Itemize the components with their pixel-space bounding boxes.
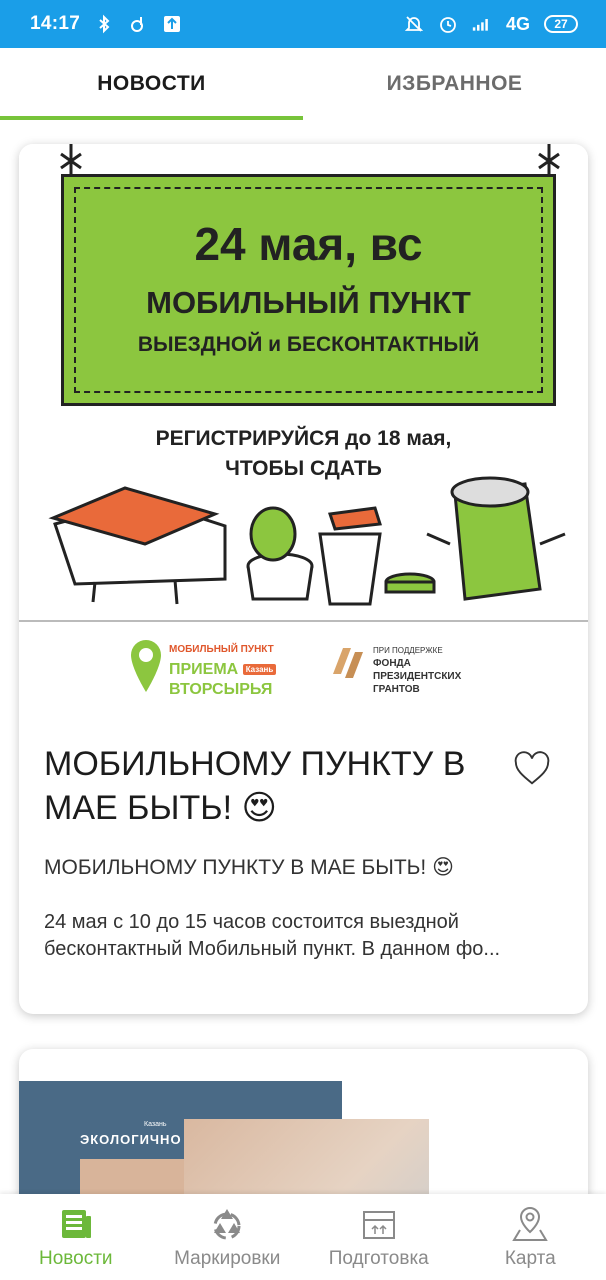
- nav-news[interactable]: Новости: [0, 1194, 152, 1280]
- map-icon: [512, 1206, 549, 1241]
- status-bar: 14:17 4G 27: [0, 0, 606, 48]
- news-excerpt: 24 мая с 10 до 15 часов состоится выездн…: [44, 911, 501, 960]
- image-divider: [19, 620, 588, 622]
- logo-right-line4: ГРАНТОВ: [373, 684, 420, 695]
- nav-preparation-label: Подготовка: [328, 1248, 429, 1269]
- location-pin-icon: [131, 640, 161, 692]
- can-illustration: [426, 476, 566, 601]
- banner-subtitle: ВЫЕЗДНОЙ и БЕСКОНТАКТНЫЙ: [137, 333, 480, 356]
- cup-illustration: [246, 506, 314, 601]
- nav-map-label: Карта: [504, 1248, 556, 1269]
- nav-map[interactable]: Карта: [455, 1194, 606, 1280]
- favorite-heart-icon[interactable]: [513, 750, 551, 788]
- status-right: 4G 27: [404, 14, 578, 35]
- news-image: 24 мая, вс МОБИЛЬНЫЙ ПУНКТ ВЫЕЗДНОЙ и БЕ…: [19, 144, 588, 716]
- signal-icon: [472, 19, 488, 31]
- recycle-icon: [213, 1209, 241, 1240]
- alarm-icon: [440, 17, 456, 33]
- logo-left-tag: Казань: [242, 664, 277, 675]
- network-type: 4G: [505, 13, 530, 34]
- banner-date: 24 мая, вс: [194, 218, 423, 270]
- nav-markings[interactable]: Маркировки: [152, 1194, 304, 1280]
- tab-news[interactable]: НОВОСТИ: [0, 48, 303, 120]
- logo-left-line3: ВТОРСЫРЬЯ: [169, 681, 273, 699]
- news-card-2-tag: Казань: [144, 1121, 167, 1128]
- logo-right-line1: ПРИ ПОДДЕРЖКЕ: [373, 646, 443, 655]
- battery-icon: 27: [544, 15, 578, 33]
- tab-bar: НОВОСТИ ИЗБРАННОЕ: [0, 48, 606, 120]
- grants-fund-text: ПРИ ПОДДЕРЖКЕ ФОНДА ПРЕЗИДЕНТСКИХ ГРАНТО…: [373, 644, 461, 696]
- nav-preparation[interactable]: Подготовка: [303, 1194, 455, 1280]
- news-card[interactable]: 24 мая, вс МОБИЛЬНЫЙ ПУНКТ ВЫЕЗДНОЙ и БЕ…: [19, 144, 588, 1014]
- mobile-point-logo: МОБИЛЬНЫЙ ПУНКТ ПРИЕМА Казань ВТОРСЫРЬЯ: [129, 636, 299, 698]
- bluetooth-icon: [99, 14, 110, 34]
- event-banner: 24 мая, вс МОБИЛЬНЫЙ ПУНКТ ВЫЕЗДНОЙ и БЕ…: [61, 174, 556, 406]
- news-card-2-label: ЭКОЛОГИЧНО: [80, 1132, 182, 1147]
- yogurt-illustration: [318, 506, 382, 606]
- status-left: 14:17: [30, 13, 182, 35]
- box-icon: [362, 1211, 395, 1239]
- news-title: МОБИЛЬНОМУ ПУНКТУ В МАЕ БЫТЬ! 😍: [44, 745, 466, 827]
- box-illustration: [48, 486, 227, 605]
- logo-left-line1: МОБИЛЬНЫЙ ПУНКТ: [169, 644, 274, 655]
- news-subtitle: МОБИЛЬНОМУ ПУНКТУ В МАЕ БЫТЬ! 😍: [44, 856, 454, 879]
- bell-off-icon: [404, 16, 424, 32]
- logo-left-line2: ПРИЕМА: [169, 661, 239, 679]
- nav-news-label: Новости: [38, 1248, 113, 1269]
- music-icon: [131, 17, 144, 32]
- grants-fund-logo: ПРИ ПОДДЕРЖКЕ ФОНДА ПРЕЗИДЕНТСКИХ ГРАНТО…: [327, 644, 487, 696]
- grants-fund-icon: [333, 648, 363, 678]
- logo-right-line2: ФОНДА: [373, 658, 411, 669]
- news-icon: [61, 1210, 91, 1238]
- banner-title: МОБИЛЬНЫЙ ПУНКТ: [146, 285, 471, 320]
- nav-markings-label: Маркировки: [174, 1248, 281, 1269]
- bottom-navigation: Новости Маркировки Подготовка Карта: [0, 1194, 606, 1280]
- logo-right-line3: ПРЕЗИДЕНТСКИХ: [373, 671, 462, 682]
- lid-illustration: [384, 572, 436, 594]
- upload-icon: [164, 16, 181, 32]
- mobile-point-logo-text: МОБИЛЬНЫЙ ПУНКТ ПРИЕМА Казань ВТОРСЫРЬЯ: [169, 640, 277, 700]
- register-line-1: РЕГИСТРИРУЙСЯ до 18 мая,: [155, 427, 452, 450]
- recyclables-illustration: [48, 476, 566, 606]
- status-time: 14:17: [30, 13, 81, 34]
- tab-favorites[interactable]: ИЗБРАННОЕ: [303, 48, 606, 120]
